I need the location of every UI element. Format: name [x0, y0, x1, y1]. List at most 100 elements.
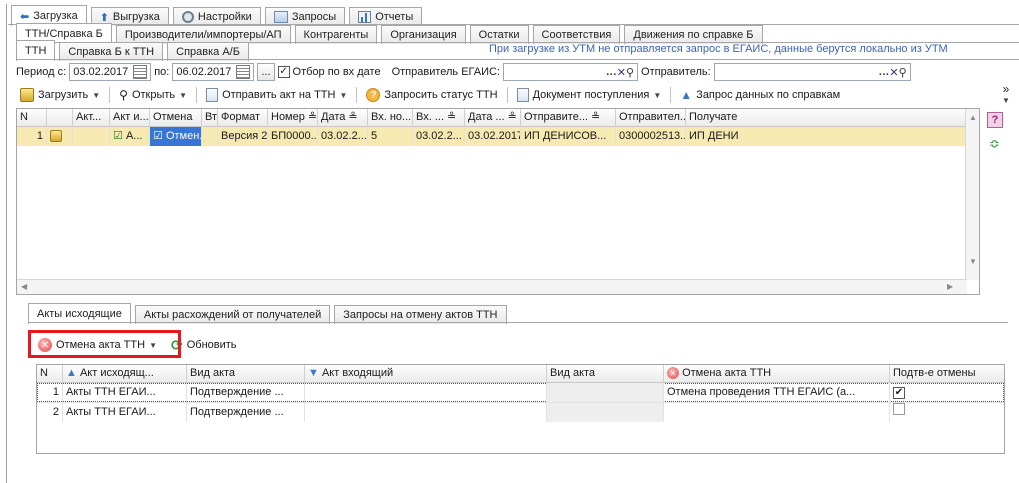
sender-label: Отправитель: [641, 66, 711, 78]
date-to-input[interactable]: 06.02.2017 [172, 63, 255, 81]
column-header[interactable]: Получате [686, 109, 966, 127]
sender-input[interactable]: … ✕ ⚲ [713, 63, 911, 81]
table-row[interactable]: 2 Акты ТТН ЕГАИ... Подтверждение ... [37, 402, 1004, 422]
clear-icon[interactable]: ✕ [889, 66, 898, 79]
period-label: Период с: [16, 66, 67, 78]
column-header[interactable]: Отмена [150, 109, 202, 127]
select-button[interactable]: … [878, 66, 889, 78]
cancel-confirmed-checkbox[interactable] [893, 403, 905, 415]
column-header[interactable] [47, 109, 73, 127]
query-icon [273, 11, 288, 23]
main-toolbar: Загрузить ▼ ⚲ Открыть ▼ Отправить акт на Т… [16, 84, 844, 106]
scroll-down-icon[interactable]: ▼ [969, 257, 977, 266]
ttn-table[interactable]: N Акт... Акт и... Отмена Вт Формат Номер… [16, 108, 980, 295]
column-header[interactable]: Вх. ... ≗ [413, 109, 465, 127]
request-data-button[interactable]: ▲ Запрос данных по справкам [676, 85, 844, 105]
check-icon: ☑ [113, 130, 123, 142]
table-cell [547, 383, 664, 402]
table-cell-selected[interactable]: ☑ Отмен... [150, 127, 202, 146]
table-cell: 0300002513... [616, 127, 686, 146]
acts-table[interactable]: N ▲ Акт исходящ... Вид акта ▼ Акт входящ… [36, 364, 1005, 454]
column-header[interactable]: Номер ≗ [268, 109, 318, 127]
scroll-right-icon[interactable]: ▶ [947, 282, 953, 291]
send-act-button[interactable]: Отправить акт на ТТН ▼ [202, 85, 351, 105]
row-status-icon [47, 127, 73, 146]
filter-by-date-checkbox[interactable]: ✓ [277, 66, 290, 78]
arrow-up-icon: ▲ [680, 88, 693, 102]
select-button[interactable]: … [606, 66, 617, 78]
cancel-confirmed-checkbox[interactable]: ✔ [893, 387, 905, 399]
load-icon [20, 88, 34, 102]
utm-notice: При загрузке из УТМ не отправляется запр… [489, 43, 948, 55]
scroll-left-icon[interactable]: ◀ [21, 282, 27, 291]
expand-icon[interactable]: ≎ [989, 136, 1000, 152]
chevron-down-icon: ▼ [1002, 96, 1010, 105]
question-icon: ? [366, 88, 381, 102]
tab-ttn[interactable]: ТТН [16, 40, 56, 61]
chevron-down-icon: ▼ [339, 90, 348, 100]
table-cell: Отмена проведения ТТН ЕГАИС (а... [664, 383, 890, 402]
column-header[interactable]: Подтв-е отмены [890, 365, 1004, 383]
filter-row: Период с: 03.02.2017 по: 06.02.2017 ... … [16, 62, 911, 82]
column-header[interactable]: ▲ Акт исходящ... [63, 365, 187, 383]
column-header[interactable]: Вид акта [547, 365, 664, 383]
document-icon [206, 88, 219, 102]
horizontal-scrollbar[interactable]: ◀ ▶ [17, 279, 967, 294]
table-cell: Акты ТТН ЕГАИ... [63, 403, 187, 422]
column-header[interactable]: N [37, 365, 63, 383]
column-header[interactable]: ✕ Отмена акта ТТН [664, 365, 890, 383]
table-row[interactable]: 1 Акты ТТН ЕГАИ... Подтверждение ... Отм… [37, 383, 1004, 402]
column-header[interactable]: Дата ≗ [318, 109, 368, 127]
column-header[interactable]: Вх. но... [368, 109, 413, 127]
column-header[interactable]: ▼ Акт входящий [305, 365, 547, 383]
divider [109, 87, 111, 103]
scroll-up-icon[interactable]: ▲ [969, 113, 977, 122]
divider [670, 87, 672, 103]
table-cell [664, 403, 890, 422]
calendar-icon[interactable] [133, 65, 148, 79]
more-button[interactable]: » ▼ [1002, 83, 1010, 106]
gear-icon [181, 11, 194, 23]
column-header[interactable]: Отправител... [616, 109, 686, 127]
search-icon[interactable]: ⚲ [899, 66, 907, 79]
table-cell: 03.02.2017 [465, 127, 521, 146]
clear-icon[interactable]: ✕ [617, 66, 626, 79]
acts-tab-bar: Акты исходящие Акты расхождений от получ… [28, 303, 511, 324]
search-icon[interactable]: ⚲ [626, 66, 634, 79]
load-button[interactable]: Загрузить ▼ [16, 85, 104, 105]
receipt-icon [516, 88, 529, 102]
tab-outgoing-acts[interactable]: Акты исходящие [28, 303, 131, 324]
filter-by-date-label: Отбор по вх дате [292, 66, 381, 78]
table-cell: Акты ТТН ЕГАИ... [63, 383, 187, 402]
date-from-input[interactable]: 03.02.2017 [69, 63, 152, 81]
table-row[interactable]: 1 ☑ А... ☑ Отмен... Версия 2 БП0000... 0… [17, 127, 979, 146]
table-cell: ✔ [890, 383, 1004, 402]
help-button[interactable]: ? [987, 112, 1003, 128]
column-header[interactable]: Акт... [73, 109, 110, 127]
column-header[interactable]: Акт и... [110, 109, 150, 127]
report-icon [358, 11, 372, 23]
chevron-down-icon: ▼ [179, 90, 188, 100]
period-select-button[interactable]: ... [257, 63, 275, 81]
table-cell [890, 403, 1004, 422]
table-cell [305, 383, 547, 402]
request-status-button[interactable]: ? Запросить статус ТТН [362, 85, 501, 105]
divider [16, 59, 1019, 60]
table-cell: ИП ДЕНИ [686, 127, 966, 146]
column-header[interactable]: N [17, 109, 47, 127]
sender-egais-input[interactable]: … ✕ ⚲ [503, 63, 639, 81]
calendar-icon[interactable] [236, 65, 251, 79]
column-header[interactable]: Вт [202, 109, 218, 127]
column-header[interactable]: Формат [218, 109, 268, 127]
column-header[interactable]: Дата ... ≗ [465, 109, 521, 127]
receipt-document-button[interactable]: Документ поступления ▼ [513, 85, 666, 105]
vertical-scrollbar[interactable]: ▲ ▼ [965, 109, 979, 280]
open-button[interactable]: ⚲ Открыть ▼ [115, 85, 191, 105]
table-cell: 03.02.2... [318, 127, 368, 146]
table-cell [547, 403, 664, 422]
column-header[interactable]: Отправите... ≗ [521, 109, 616, 127]
column-header[interactable]: Вид акта [187, 365, 305, 383]
divider [356, 87, 358, 103]
chevron-down-icon: ▼ [653, 90, 662, 100]
check-icon: ☑ [153, 130, 163, 142]
